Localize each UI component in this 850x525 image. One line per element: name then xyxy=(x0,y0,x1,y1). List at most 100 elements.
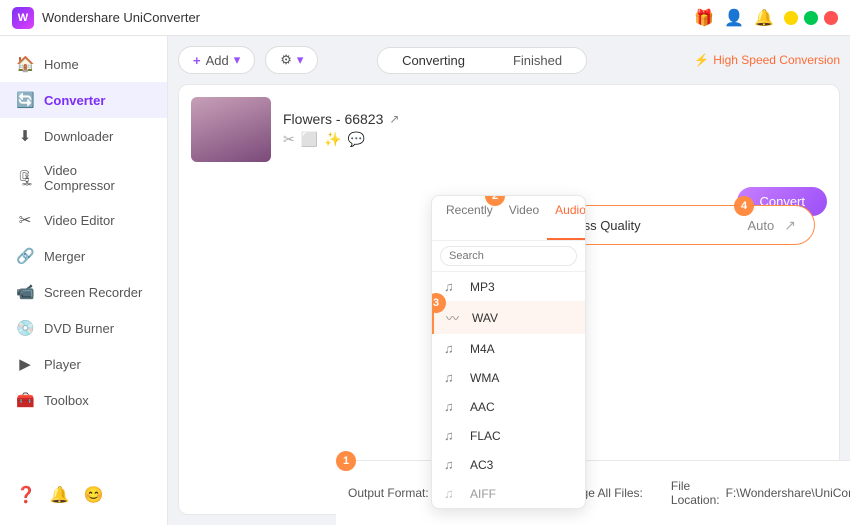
format-list: ♫ MP3 3 〰 WAV ♫ M4A ♫ WMA xyxy=(432,272,585,508)
notification-icon[interactable]: 🔔 xyxy=(50,485,70,505)
add-files-button[interactable]: + Add ▾ xyxy=(178,46,255,74)
sidebar-label-player: Player xyxy=(44,357,81,372)
player-icon: ▶ xyxy=(16,355,34,373)
file-name-row: Flowers - 66823 ↗ xyxy=(283,111,827,127)
sidebar-item-home[interactable]: 🏠 Home xyxy=(0,46,167,82)
tab-audio[interactable]: Audio xyxy=(547,196,586,240)
sidebar-label-converter: Converter xyxy=(44,93,105,108)
flac-icon: ♫ xyxy=(444,428,462,443)
crop-icon[interactable]: ⬜ xyxy=(301,131,318,148)
gift-icon[interactable]: 🎁 xyxy=(694,8,714,28)
sidebar-item-converter[interactable]: 🔄 Converter xyxy=(0,82,167,118)
sidebar-label-toolbox: Toolbox xyxy=(44,393,89,408)
app-title: Wondershare UniConverter xyxy=(42,10,694,25)
sidebar-item-toolbox[interactable]: 🧰 Toolbox xyxy=(0,382,167,418)
quality-edit-icon[interactable]: ↗ xyxy=(784,217,796,234)
sidebar-item-video-compressor[interactable]: 🗜 Video Compressor xyxy=(0,154,167,202)
editor-icon: ✂ xyxy=(16,211,34,229)
format-aac[interactable]: ♫ AAC xyxy=(432,392,585,421)
main-toolbar: + Add ▾ ⚙ ▾ Converting Finished ⚡ High S… xyxy=(178,46,840,74)
speed-text: High Speed Conversion xyxy=(713,53,840,67)
sidebar-item-downloader[interactable]: ⬇ Downloader xyxy=(0,118,167,154)
scissors-icon[interactable]: ✂ xyxy=(283,131,295,148)
aiff-label: AIFF xyxy=(470,487,496,501)
sidebar-label-downloader: Downloader xyxy=(44,129,113,144)
format-wav[interactable]: 3 〰 WAV xyxy=(432,301,585,334)
ac3-label: AC3 xyxy=(470,458,493,472)
file-header: Flowers - 66823 ↗ ✂ ⬜ ✨ 💬 Convert xyxy=(191,97,827,162)
sidebar: 🏠 Home 🔄 Converter ⬇ Downloader 🗜 Video … xyxy=(0,36,168,525)
sidebar-item-player[interactable]: ▶ Player xyxy=(0,346,167,382)
sidebar-footer: ❓ 🔔 😊 xyxy=(0,475,167,515)
tab-video[interactable]: Video xyxy=(501,196,547,240)
m4a-label: M4A xyxy=(470,342,495,356)
sidebar-label-home: Home xyxy=(44,57,79,72)
titlebar: W Wondershare UniConverter 🎁 👤 🔔 xyxy=(0,0,850,36)
format-flac[interactable]: ♫ FLAC xyxy=(432,421,585,450)
file-name-text: Flowers - 66823 xyxy=(283,111,383,127)
bell-icon[interactable]: 🔔 xyxy=(754,8,774,28)
sidebar-item-dvd-burner[interactable]: 💿 DVD Burner xyxy=(0,310,167,346)
tab-group: Converting Finished xyxy=(377,47,587,74)
ac3-icon: ♫ xyxy=(444,457,462,472)
file-location-label: File Location: xyxy=(671,479,720,507)
sidebar-item-video-editor[interactable]: ✂ Video Editor xyxy=(0,202,167,238)
titlebar-icons: 🎁 👤 🔔 xyxy=(694,8,774,28)
mp3-label: MP3 xyxy=(470,280,495,294)
wma-label: WMA xyxy=(470,371,499,385)
tab-converting[interactable]: Converting xyxy=(378,48,489,73)
sidebar-item-screen-recorder[interactable]: 📹 Screen Recorder xyxy=(0,274,167,310)
flac-label: FLAC xyxy=(470,429,501,443)
tab-finished[interactable]: Finished xyxy=(489,48,586,73)
output-format-label: Output Format: xyxy=(348,486,429,500)
aac-label: AAC xyxy=(470,400,495,414)
sidebar-label-recorder: Screen Recorder xyxy=(44,285,142,300)
add-dropdown-icon: ▾ xyxy=(234,52,241,68)
thumb-controls: ✂ ⬜ ✨ 💬 xyxy=(283,131,827,148)
sidebar-item-merger[interactable]: 🔗 Merger xyxy=(0,238,167,274)
file-location-path: F:\Wondershare\UniConverter xyxy=(726,486,850,500)
sidebar-label-editor: Video Editor xyxy=(44,213,115,228)
format-ac3[interactable]: ♫ AC3 xyxy=(432,450,585,479)
feedback-icon[interactable]: 😊 xyxy=(84,485,104,505)
app-logo: W xyxy=(12,7,34,29)
lightning-icon: ⚡ xyxy=(694,53,709,67)
bottom-bar: 1 Output Format: WAV ▼ ⚙ 📁 Merge All Fil… xyxy=(336,460,850,525)
aac-icon: ♫ xyxy=(444,399,462,414)
format-wma[interactable]: ♫ WMA xyxy=(432,363,585,392)
add-label: Add xyxy=(206,53,229,68)
settings-button[interactable]: ⚙ ▾ xyxy=(265,46,318,74)
help-icon[interactable]: ❓ xyxy=(16,485,36,505)
file-thumbnail xyxy=(191,97,271,162)
format-search xyxy=(432,241,585,272)
add-icon: + xyxy=(193,53,201,68)
maximize-button[interactable] xyxy=(804,11,818,25)
close-button[interactable] xyxy=(824,11,838,25)
mp3-icon: ♫ xyxy=(444,279,462,294)
minimize-button[interactable] xyxy=(784,11,798,25)
effects-icon[interactable]: ✨ xyxy=(324,131,341,148)
file-card: Flowers - 66823 ↗ ✂ ⬜ ✨ 💬 Convert 2 xyxy=(178,84,840,515)
downloader-icon: ⬇ xyxy=(16,127,34,145)
subtitle-icon[interactable]: 💬 xyxy=(348,131,365,148)
format-m4a[interactable]: ♫ M4A xyxy=(432,334,585,363)
user-icon[interactable]: 👤 xyxy=(724,8,744,28)
main-layout: 🏠 Home 🔄 Converter ⬇ Downloader 🗜 Video … xyxy=(0,36,850,525)
main-content: + Add ▾ ⚙ ▾ Converting Finished ⚡ High S… xyxy=(168,36,850,525)
wav-icon: 〰 xyxy=(446,308,464,327)
m4a-icon: ♫ xyxy=(444,341,462,356)
sidebar-label-dvd: DVD Burner xyxy=(44,321,114,336)
aiff-icon: ♫ xyxy=(444,486,462,501)
format-aiff[interactable]: ♫ AIFF xyxy=(432,479,585,508)
format-mp3[interactable]: ♫ MP3 xyxy=(432,272,585,301)
window-controls xyxy=(784,11,838,25)
converter-icon: 🔄 xyxy=(16,91,34,109)
recorder-icon: 📹 xyxy=(16,283,34,301)
merger-icon: 🔗 xyxy=(16,247,34,265)
file-location-row: File Location: F:\Wondershare\UniConvert… xyxy=(671,479,850,507)
wma-icon: ♫ xyxy=(444,370,462,385)
format-search-input[interactable] xyxy=(440,246,577,266)
external-link-icon[interactable]: ↗ xyxy=(389,112,399,126)
compressor-icon: 🗜 xyxy=(16,169,34,187)
dvd-icon: 💿 xyxy=(16,319,34,337)
